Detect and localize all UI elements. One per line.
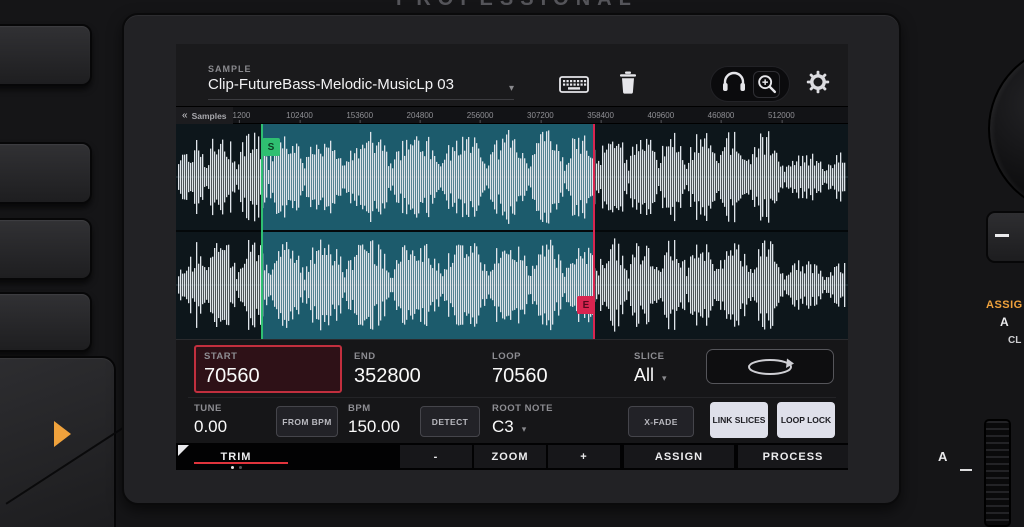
ruler-tick: 460800 <box>708 111 735 120</box>
slice-field[interactable]: SLICE All▾ <box>634 351 667 386</box>
sample-name-dropdown[interactable]: Clip-FutureBass-Melodic-MusicLp 03 ▾ <box>208 76 514 100</box>
headphones-icon <box>721 71 747 93</box>
chevron-down-icon: ▾ <box>522 424 527 434</box>
ruler-tick: 204800 <box>407 111 434 120</box>
ruler-tick: 256000 <box>467 111 494 120</box>
root-note-label: ROOT NOTE <box>492 403 553 414</box>
page-dot-active <box>231 466 234 469</box>
screen-header: SAMPLE Clip-FutureBass-Melodic-MusicLp 0… <box>176 44 848 106</box>
audition-zoom-group <box>710 66 790 102</box>
loop-toggle-button[interactable] <box>706 349 834 384</box>
collapse-icon: « <box>182 111 188 121</box>
end-label: END <box>354 351 421 362</box>
chevron-down-icon: ▾ <box>662 373 667 383</box>
assign-button[interactable]: ASSIGN <box>624 445 734 468</box>
loop-value: 70560 <box>492 365 548 388</box>
menu-button[interactable] <box>0 24 92 86</box>
save-button[interactable] <box>0 218 92 280</box>
zoom-in-button-bar[interactable]: + <box>548 445 620 468</box>
page-dots <box>176 466 296 469</box>
ruler-tick: 409600 <box>647 111 674 120</box>
link-slices-button[interactable]: LINK SLICES <box>710 402 768 438</box>
mixer-button[interactable] <box>0 292 92 352</box>
ruler-tick: 153600 <box>346 111 373 120</box>
detect-button[interactable]: DETECT <box>420 406 480 437</box>
headphones-button[interactable] <box>721 71 747 98</box>
data-wheel[interactable] <box>988 44 1024 214</box>
root-note-value: C3▾ <box>492 417 553 437</box>
active-tab-underline <box>194 462 288 464</box>
start-value: 70560 <box>204 365 332 388</box>
from-bpm-button[interactable]: FROM BPM <box>276 406 338 437</box>
chevron-down-icon: ▾ <box>509 83 514 94</box>
ruler-tick: 358400 <box>587 111 614 120</box>
waveform-svg <box>176 124 848 339</box>
keyboard-icon <box>559 73 589 100</box>
settings-button[interactable] <box>804 70 832 98</box>
mpc-hardware: PROFESSIONAL MENU REC SAVE MIXER SAMPLE … <box>0 0 1024 527</box>
end-value: 352800 <box>354 365 421 388</box>
delete-button[interactable] <box>616 70 640 100</box>
minus-icon <box>995 234 1009 237</box>
assign-a-label: A <box>1000 315 1024 329</box>
tab-trim-label: TRIM <box>221 451 252 463</box>
bpm-label: BPM <box>348 403 400 414</box>
start-label: START <box>204 351 332 362</box>
waveform-display[interactable]: S E <box>176 124 848 339</box>
fader-tick <box>960 469 972 471</box>
row-divider <box>188 397 836 398</box>
play-icon[interactable] <box>54 421 71 447</box>
gear-icon <box>806 70 830 99</box>
trash-icon <box>618 70 638 100</box>
ruler-tick: 512000 <box>768 111 795 120</box>
end-marker[interactable]: E <box>577 296 595 314</box>
keyboard-button[interactable] <box>558 74 590 98</box>
loop-field[interactable]: LOOP 70560 <box>492 351 548 388</box>
bpm-value: 150.00 <box>348 417 400 437</box>
touchscreen[interactable]: SAMPLE Clip-FutureBass-Melodic-MusicLp 0… <box>176 44 848 470</box>
rec-button[interactable] <box>0 142 92 204</box>
crossfader[interactable] <box>984 419 1011 527</box>
ruler-unit-label: Samples <box>192 111 227 121</box>
tune-field[interactable]: TUNE 0.00 <box>194 403 227 437</box>
xfade-button[interactable]: X-FADE <box>628 406 694 437</box>
assign-section-label: ASSIG <box>986 299 1024 311</box>
clip-label: CL <box>1008 335 1024 346</box>
zoom-out-button[interactable]: - <box>400 445 472 468</box>
ruler-unit-chip[interactable]: « Samples <box>176 107 233 125</box>
assign-section: ASSIG A CL <box>986 299 1024 346</box>
ruler-tick: 307200 <box>527 111 554 120</box>
start-marker[interactable]: S <box>262 138 280 156</box>
zoom-in-button[interactable] <box>753 71 780 98</box>
slice-label: SLICE <box>634 351 667 362</box>
zoom-in-icon <box>755 72 779 96</box>
start-field[interactable]: START 70560 <box>194 345 342 393</box>
tune-label: TUNE <box>194 403 227 414</box>
fader-label: A <box>938 449 947 464</box>
tab-trim[interactable]: TRIM <box>176 443 296 470</box>
ruler-ticks: 5120010240015360020480025600030720035840… <box>176 107 848 125</box>
bpm-field[interactable]: BPM 150.00 <box>348 403 400 437</box>
bottom-bar: TRIM - ZOOM + ASSIGN PROCESS <box>176 443 848 470</box>
ruler-tick: 102400 <box>286 111 313 120</box>
slice-value: All▾ <box>634 365 667 386</box>
sample-field-label: SAMPLE <box>208 64 252 74</box>
sample-name: Clip-FutureBass-Melodic-MusicLp 03 <box>208 76 454 93</box>
process-button[interactable]: PROCESS <box>738 445 848 468</box>
brand-text: PROFESSIONAL <box>396 0 638 11</box>
parameter-panel: START 70560 END 352800 LOOP 70560 SLICE … <box>176 339 848 443</box>
page-dot <box>239 466 242 469</box>
tune-value: 0.00 <box>194 417 227 437</box>
loop-icon <box>743 357 797 377</box>
minus-button[interactable] <box>986 211 1024 263</box>
loop-label: LOOP <box>492 351 548 362</box>
timeline-ruler: 5120010240015360020480025600030720035840… <box>176 106 848 124</box>
loop-lock-button[interactable]: LOOP LOCK <box>777 402 835 438</box>
root-note-field[interactable]: ROOT NOTE C3▾ <box>492 403 553 437</box>
end-field[interactable]: END 352800 <box>354 351 421 388</box>
zoom-button[interactable]: ZOOM <box>474 445 546 468</box>
